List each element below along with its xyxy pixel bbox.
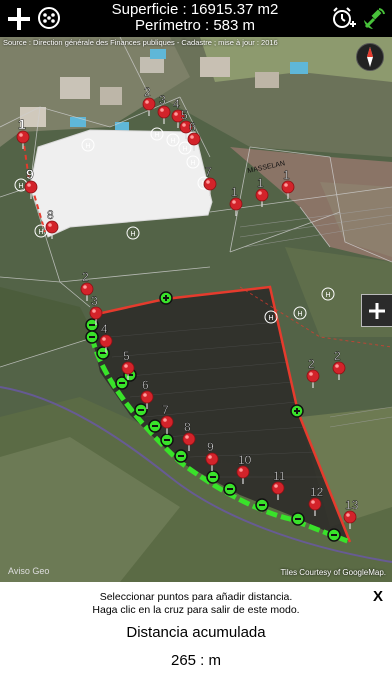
svg-text:H: H bbox=[130, 231, 135, 238]
pin-label: 2 bbox=[82, 270, 89, 284]
svg-text:H: H bbox=[18, 183, 23, 190]
pin-label: 12 bbox=[310, 485, 324, 499]
pin-label: 1 bbox=[18, 116, 26, 132]
pin-label: 8 bbox=[184, 420, 191, 434]
pin-label: 1 bbox=[257, 176, 264, 190]
add-plus-icon[interactable] bbox=[6, 6, 32, 32]
pin-label: 4 bbox=[173, 97, 180, 111]
pin-label: 1 bbox=[231, 185, 238, 199]
instruction-line-2: Haga clic en la cruz para salir de este … bbox=[92, 604, 300, 616]
pin-label: 1 bbox=[283, 168, 290, 182]
svg-text:H: H bbox=[268, 315, 273, 322]
pin-label: 10 bbox=[238, 453, 252, 467]
zoom-plus-button[interactable] bbox=[361, 294, 392, 327]
svg-text:H: H bbox=[38, 229, 43, 236]
distance-panel: Seleccionar puntos para añadir distancia… bbox=[0, 582, 392, 696]
svg-text:H: H bbox=[297, 311, 302, 318]
pin-label: 5 bbox=[123, 349, 130, 363]
pin-label: 7 bbox=[162, 403, 169, 417]
svg-text:H: H bbox=[325, 292, 330, 299]
compass-icon[interactable] bbox=[356, 43, 384, 71]
instruction-line-1: Seleccionar puntos para añadir distancia… bbox=[99, 591, 293, 603]
top-toolbar: Superficie : 16915.37 m2 Perímetro : 583… bbox=[0, 0, 392, 37]
svg-text:H: H bbox=[85, 143, 90, 150]
pin-label: 4 bbox=[101, 322, 108, 336]
pin-label: 9 bbox=[207, 440, 214, 454]
pin-label: 6 bbox=[142, 378, 149, 392]
pin-label: 2 bbox=[144, 85, 151, 99]
svg-text:H: H bbox=[190, 160, 195, 167]
svg-text:H: H bbox=[182, 146, 187, 153]
svg-text:H: H bbox=[170, 138, 175, 145]
map-logo: Aviso Geo bbox=[8, 566, 50, 576]
pin-label: 3 bbox=[91, 294, 98, 308]
map-canvas[interactable]: HHH HHH HHH HHH bbox=[0, 37, 392, 582]
satellite-map[interactable]: HHH HHH HHH HHH bbox=[0, 37, 392, 582]
pin-label: 6 bbox=[189, 120, 196, 134]
pin-label: 2 bbox=[308, 357, 315, 371]
perimeter-readout: Perímetro : 583 m bbox=[134, 17, 256, 34]
cadastre-source: Source : Direction générale des Finances… bbox=[3, 38, 278, 47]
close-button[interactable]: X bbox=[373, 588, 383, 605]
pin-label: 3 bbox=[159, 93, 166, 107]
connector-icon[interactable] bbox=[36, 5, 62, 31]
instructions: Seleccionar puntos para añadir distancia… bbox=[0, 591, 392, 617]
alarm-add-icon[interactable] bbox=[330, 5, 358, 33]
pin-label: 5 bbox=[181, 108, 188, 122]
pin-label: 7 bbox=[205, 165, 212, 179]
pin-label: 8 bbox=[47, 208, 54, 222]
satellite-icon[interactable] bbox=[360, 5, 388, 33]
pin-label: 11 bbox=[273, 469, 286, 483]
pin-label: 13 bbox=[345, 498, 359, 512]
tiles-attribution: Tiles Courtesy of GoogleMap. bbox=[280, 568, 386, 577]
area-readout: Superficie : 16915.37 m2 bbox=[111, 1, 279, 18]
distance-title: Distancia acumulada bbox=[126, 624, 266, 641]
svg-text:H: H bbox=[154, 132, 159, 139]
pin-label: 2 bbox=[334, 349, 341, 363]
distance-value: 265 : m bbox=[170, 652, 222, 669]
pin-label: 9 bbox=[26, 166, 34, 182]
